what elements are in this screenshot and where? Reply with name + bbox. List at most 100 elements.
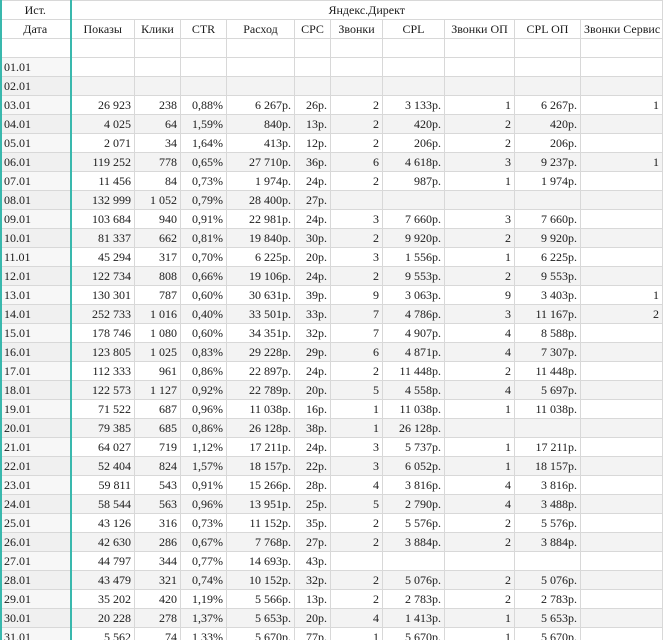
column-header[interactable]: CTR bbox=[180, 19, 227, 39]
value-cell: 0,60% bbox=[180, 285, 227, 305]
table-row[interactable]: 31.01 5 562 74 1,33% 5 670р. 77р. 1 5 670р. 1 5 6… bbox=[0, 627, 664, 640]
value-cell: 3 816р. bbox=[382, 475, 445, 495]
column-header[interactable]: CPL bbox=[382, 19, 445, 39]
value-cell: 5 566р. bbox=[226, 589, 295, 609]
value-cell bbox=[579, 247, 664, 267]
value-cell: 123 805 bbox=[70, 342, 135, 362]
gap-cell bbox=[579, 38, 664, 58]
value-cell: 4 618р. bbox=[382, 152, 445, 172]
column-header[interactable]: Расход bbox=[226, 19, 295, 39]
value-cell: 252 733 bbox=[70, 304, 135, 324]
value-cell: 84 bbox=[134, 171, 181, 191]
table-row[interactable]: 18.01 122 573 1 127 0,92% 22 789р. 20р. 5 4 558… bbox=[0, 380, 664, 400]
table-row[interactable]: 03.01 26 923 238 0,88% 6 267р. 26р. 2 3 133р. 1 6… bbox=[0, 95, 664, 115]
value-cell: 2 bbox=[330, 589, 383, 609]
table-row[interactable]: 02.01 bbox=[0, 76, 664, 96]
value-cell: 26 128р. bbox=[382, 418, 445, 438]
column-header[interactable]: Показы bbox=[70, 19, 135, 39]
date-cell: 09.01 bbox=[0, 209, 72, 229]
value-cell: 317 bbox=[134, 247, 181, 267]
table-row[interactable]: 14.01 252 733 1 016 0,40% 33 501р. 33р. 7 4 786… bbox=[0, 304, 664, 324]
table-row[interactable]: 20.01 79 385 685 0,86% 26 128р. 38р. 1 26 128р. bbox=[0, 418, 664, 438]
value-cell: 24р. bbox=[294, 266, 331, 286]
value-cell: 1 bbox=[444, 437, 515, 457]
value-cell: 3 063р. bbox=[382, 285, 445, 305]
value-cell: 286 bbox=[134, 532, 181, 552]
table-row[interactable]: 06.01 119 252 778 0,65% 27 710р. 36р. 6 4 618р.… bbox=[0, 152, 664, 172]
table-row[interactable]: 26.01 42 630 286 0,67% 7 768р. 27р. 2 3 884р. 2 3… bbox=[0, 532, 664, 552]
table-row[interactable]: 29.01 35 202 420 1,19% 5 566р. 13р. 2 2 783р. 2 2… bbox=[0, 589, 664, 609]
gap-cell bbox=[134, 38, 181, 58]
table-row[interactable]: 23.01 59 811 543 0,91% 15 266р. 28р. 4 3 816р. 4… bbox=[0, 475, 664, 495]
table-row[interactable]: 13.01 130 301 787 0,60% 30 631р. 39р. 9 3 063р.… bbox=[0, 285, 664, 305]
value-cell: 1 bbox=[579, 152, 664, 172]
table-row[interactable]: 15.01 178 746 1 080 0,60% 34 351р. 32р. 7 4 907… bbox=[0, 323, 664, 343]
value-cell: 35р. bbox=[294, 513, 331, 533]
table-row[interactable]: 08.01 132 999 1 052 0,79% 28 400р. 27р. bbox=[0, 190, 664, 210]
table-row[interactable]: 19.01 71 522 687 0,96% 11 038р. 16р. 1 11 038р.… bbox=[0, 399, 664, 419]
value-cell: 34 bbox=[134, 133, 181, 153]
value-cell: 27р. bbox=[294, 190, 331, 210]
value-cell: 112 333 bbox=[70, 361, 135, 381]
table-row[interactable]: 25.01 43 126 316 0,73% 11 152р. 35р. 2 5 576р. 2… bbox=[0, 513, 664, 533]
table-row[interactable]: 05.01 2 071 34 1,64% 413р. 12р. 2 206р. 2 206р. bbox=[0, 133, 664, 153]
value-cell: 420р. bbox=[382, 114, 445, 134]
value-cell: 0,73% bbox=[180, 513, 227, 533]
table-row[interactable]: 09.01 103 684 940 0,91% 22 981р. 24р. 3 7 660р.… bbox=[0, 209, 664, 229]
table-row[interactable]: 11.01 45 294 317 0,70% 6 225р. 20р. 3 1 556р. 1 6… bbox=[0, 247, 664, 267]
table-row[interactable]: 16.01 123 805 1 025 0,83% 29 228р. 29р. 6 4 871… bbox=[0, 342, 664, 362]
value-cell: 4 bbox=[330, 608, 383, 628]
column-header[interactable]: CPL ОП bbox=[514, 19, 581, 39]
value-cell: 132 999 bbox=[70, 190, 135, 210]
table-row[interactable]: 17.01 112 333 961 0,86% 22 897р. 24р. 2 11 448р… bbox=[0, 361, 664, 381]
value-cell bbox=[134, 76, 181, 96]
value-cell: 24р. bbox=[294, 171, 331, 191]
value-cell bbox=[180, 76, 227, 96]
value-cell: 2 bbox=[444, 570, 515, 590]
gap-cell bbox=[444, 38, 515, 58]
value-cell: 0,70% bbox=[180, 247, 227, 267]
date-cell: 12.01 bbox=[0, 266, 72, 286]
value-cell: 0,96% bbox=[180, 494, 227, 514]
value-cell bbox=[579, 570, 664, 590]
table-row[interactable]: 27.01 44 797 344 0,77% 14 693р. 43р. bbox=[0, 551, 664, 571]
value-cell: 206р. bbox=[514, 133, 581, 153]
table-row[interactable]: 28.01 43 479 321 0,74% 10 152р. 32р. 2 5 076р. 2… bbox=[0, 570, 664, 590]
column-header[interactable]: CPC bbox=[294, 19, 331, 39]
table-row[interactable]: 07.01 11 456 84 0,73% 1 974р. 24р. 2 987р. 1 1 97… bbox=[0, 171, 664, 191]
value-cell: 961 bbox=[134, 361, 181, 381]
value-cell: 11 448р. bbox=[514, 361, 581, 381]
date-cell: 07.01 bbox=[0, 171, 72, 191]
table-row[interactable]: 24.01 58 544 563 0,96% 13 951р. 25р. 5 2 790р. 4… bbox=[0, 494, 664, 514]
column-header[interactable]: Звонки bbox=[330, 19, 383, 39]
value-cell: 2 bbox=[330, 513, 383, 533]
value-cell: 3 884р. bbox=[382, 532, 445, 552]
table-row[interactable]: 12.01 122 734 808 0,66% 19 106р. 24р. 2 9 553р.… bbox=[0, 266, 664, 286]
column-header[interactable]: Звонки Сервис bbox=[579, 19, 664, 39]
value-cell: 18 157р. bbox=[226, 456, 295, 476]
value-cell: 3 bbox=[330, 437, 383, 457]
gap-cell bbox=[70, 38, 135, 58]
column-header[interactable]: Звонки ОП bbox=[444, 19, 515, 39]
value-cell: 3 bbox=[330, 456, 383, 476]
value-cell: 1 bbox=[444, 247, 515, 267]
value-cell bbox=[444, 551, 515, 571]
value-cell: 4 786р. bbox=[382, 304, 445, 324]
table-row[interactable]: 30.01 20 228 278 1,37% 5 653р. 20р. 4 1 413р. 1 5… bbox=[0, 608, 664, 628]
value-cell: 787 bbox=[134, 285, 181, 305]
value-cell: 0,79% bbox=[180, 190, 227, 210]
table-row[interactable]: 22.01 52 404 824 1,57% 18 157р. 22р. 3 6 052р. 1… bbox=[0, 456, 664, 476]
value-cell: 7 bbox=[330, 323, 383, 343]
value-cell: 3 884р. bbox=[514, 532, 581, 552]
table-row[interactable]: 01.01 bbox=[0, 57, 664, 77]
table-row[interactable]: 21.01 64 027 719 1,12% 17 211р. 24р. 3 5 737р. 1… bbox=[0, 437, 664, 457]
table-row[interactable]: 10.01 81 337 662 0,81% 19 840р. 30р. 2 9 920р. 2… bbox=[0, 228, 664, 248]
table-row[interactable]: 04.01 4 025 64 1,59% 840р. 13р. 2 420р. 2 420р. bbox=[0, 114, 664, 134]
value-cell: 3 bbox=[444, 304, 515, 324]
gap-cell bbox=[382, 38, 445, 58]
value-cell: 1 bbox=[330, 418, 383, 438]
value-cell: 316 bbox=[134, 513, 181, 533]
value-cell: 0,81% bbox=[180, 228, 227, 248]
value-cell: 5 697р. bbox=[514, 380, 581, 400]
column-header[interactable]: Клики bbox=[134, 19, 181, 39]
